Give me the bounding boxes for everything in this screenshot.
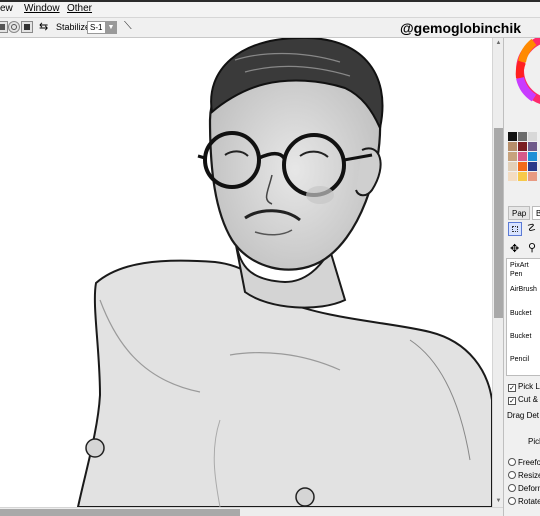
radio-icon[interactable] [508, 458, 516, 466]
move-icon[interactable]: ✥ [510, 242, 519, 255]
tool-bucket[interactable]: Bucket [510, 309, 540, 318]
color-swatch[interactable] [518, 162, 527, 171]
checkbox-icon[interactable]: ✓ [508, 397, 516, 405]
color-swatch[interactable] [528, 172, 537, 181]
vertical-scroll-thumb[interactable] [494, 128, 503, 318]
radio-icon[interactable] [508, 471, 516, 479]
tool-pencil[interactable]: Pencil [510, 355, 540, 364]
horizontal-scroll-thumb[interactable] [0, 509, 240, 516]
radio-resize[interactable]: Resize [508, 471, 540, 481]
radio-icon[interactable] [508, 484, 516, 492]
chest-detail [85, 438, 105, 458]
radio-label: Rotate [518, 497, 540, 506]
radio-label: Deform [518, 484, 540, 493]
radio-icon[interactable] [508, 497, 516, 505]
menu-bar: ew Window Other [0, 0, 540, 18]
color-swatch[interactable] [508, 132, 517, 141]
watermark: @gemoglobinchik [400, 20, 521, 36]
rotate-canvas-button[interactable] [0, 21, 8, 33]
checkbox-icon[interactable]: ✓ [508, 384, 516, 392]
reset-rotation-button[interactable] [8, 21, 20, 33]
menu-other[interactable]: Other [67, 3, 92, 14]
tool-label-2: Pen [510, 271, 523, 278]
pick-layer-checkbox[interactable]: ✓ Pick L [508, 382, 540, 392]
color-swatch[interactable] [518, 172, 527, 181]
radio-label: Resize [518, 471, 540, 480]
radio-rotate[interactable]: Rotate [508, 497, 540, 507]
tool-pixart-pen[interactable]: PixArt Pen [510, 261, 540, 279]
vertical-scrollbar[interactable]: ▲ ▼ [492, 38, 503, 507]
color-swatch[interactable] [528, 152, 537, 161]
tool-label: Bucket [510, 333, 532, 340]
tab-paper[interactable]: Pap [508, 206, 530, 220]
menu-view[interactable]: ew [0, 3, 13, 14]
color-wheel[interactable] [514, 38, 540, 122]
color-swatch[interactable] [508, 142, 517, 151]
tool-label: Bucket [510, 310, 532, 317]
radio-label: Freefo [518, 458, 540, 467]
color-swatch[interactable] [518, 142, 527, 151]
color-swatch[interactable] [508, 152, 517, 161]
color-swatch[interactable] [518, 132, 527, 141]
color-swatch[interactable] [508, 162, 517, 171]
tool-list: PixArt Pen AirBrush Bucket Bucket Pencil [506, 258, 540, 376]
artwork [76, 38, 492, 507]
drawing-canvas[interactable] [0, 38, 492, 507]
color-swatch[interactable] [528, 142, 537, 151]
line-tool-icon[interactable]: ⟍ [124, 20, 132, 33]
toolbar: ⇆ Stabilizer S-1 ▼ ⟍ @gemoglobinchik [0, 18, 540, 38]
tool-label: PixArt [510, 262, 529, 269]
scroll-up-icon[interactable]: ▲ [494, 38, 503, 48]
color-swatch[interactable] [518, 152, 527, 161]
zoom-icon[interactable]: ⚲ [528, 241, 536, 254]
color-swatch[interactable] [508, 172, 517, 181]
menu-window[interactable]: Window [24, 3, 60, 14]
cut-checkbox[interactable]: ✓ Cut & [508, 395, 538, 405]
radio-deform[interactable]: Deform [508, 484, 540, 494]
checkbox-label: Pick L [518, 382, 540, 391]
stop-icon[interactable] [21, 21, 33, 33]
radio-freeform[interactable]: Freefo [508, 458, 540, 468]
tool-label: Pencil [510, 356, 530, 363]
window-top-edge [0, 0, 540, 2]
tool-label: AirBrush [510, 286, 537, 293]
chevron-down-icon[interactable]: ▼ [105, 21, 117, 34]
horizontal-scrollbar[interactable] [0, 507, 503, 516]
tab-brush[interactable]: B [532, 206, 540, 220]
scroll-down-icon[interactable]: ▼ [494, 496, 503, 506]
pick-label: Pick [528, 437, 540, 446]
tool-airbrush[interactable]: AirBrush [510, 285, 540, 294]
tool-bucket-2[interactable]: Bucket [510, 332, 540, 341]
lasso-icon[interactable]: ☡ [527, 223, 536, 234]
flip-icon[interactable]: ⇆ [39, 20, 48, 33]
checkbox-label: Cut & [518, 395, 539, 404]
color-swatch[interactable] [528, 162, 537, 171]
drag-detect-label: Drag Det [507, 411, 540, 420]
select-rect-tool-button[interactable] [508, 222, 522, 236]
tool-panel: Pap B ☡ ✥ ⚲ PixArt Pen AirBrush Bucket B… [503, 38, 540, 516]
color-swatch[interactable] [528, 132, 537, 141]
